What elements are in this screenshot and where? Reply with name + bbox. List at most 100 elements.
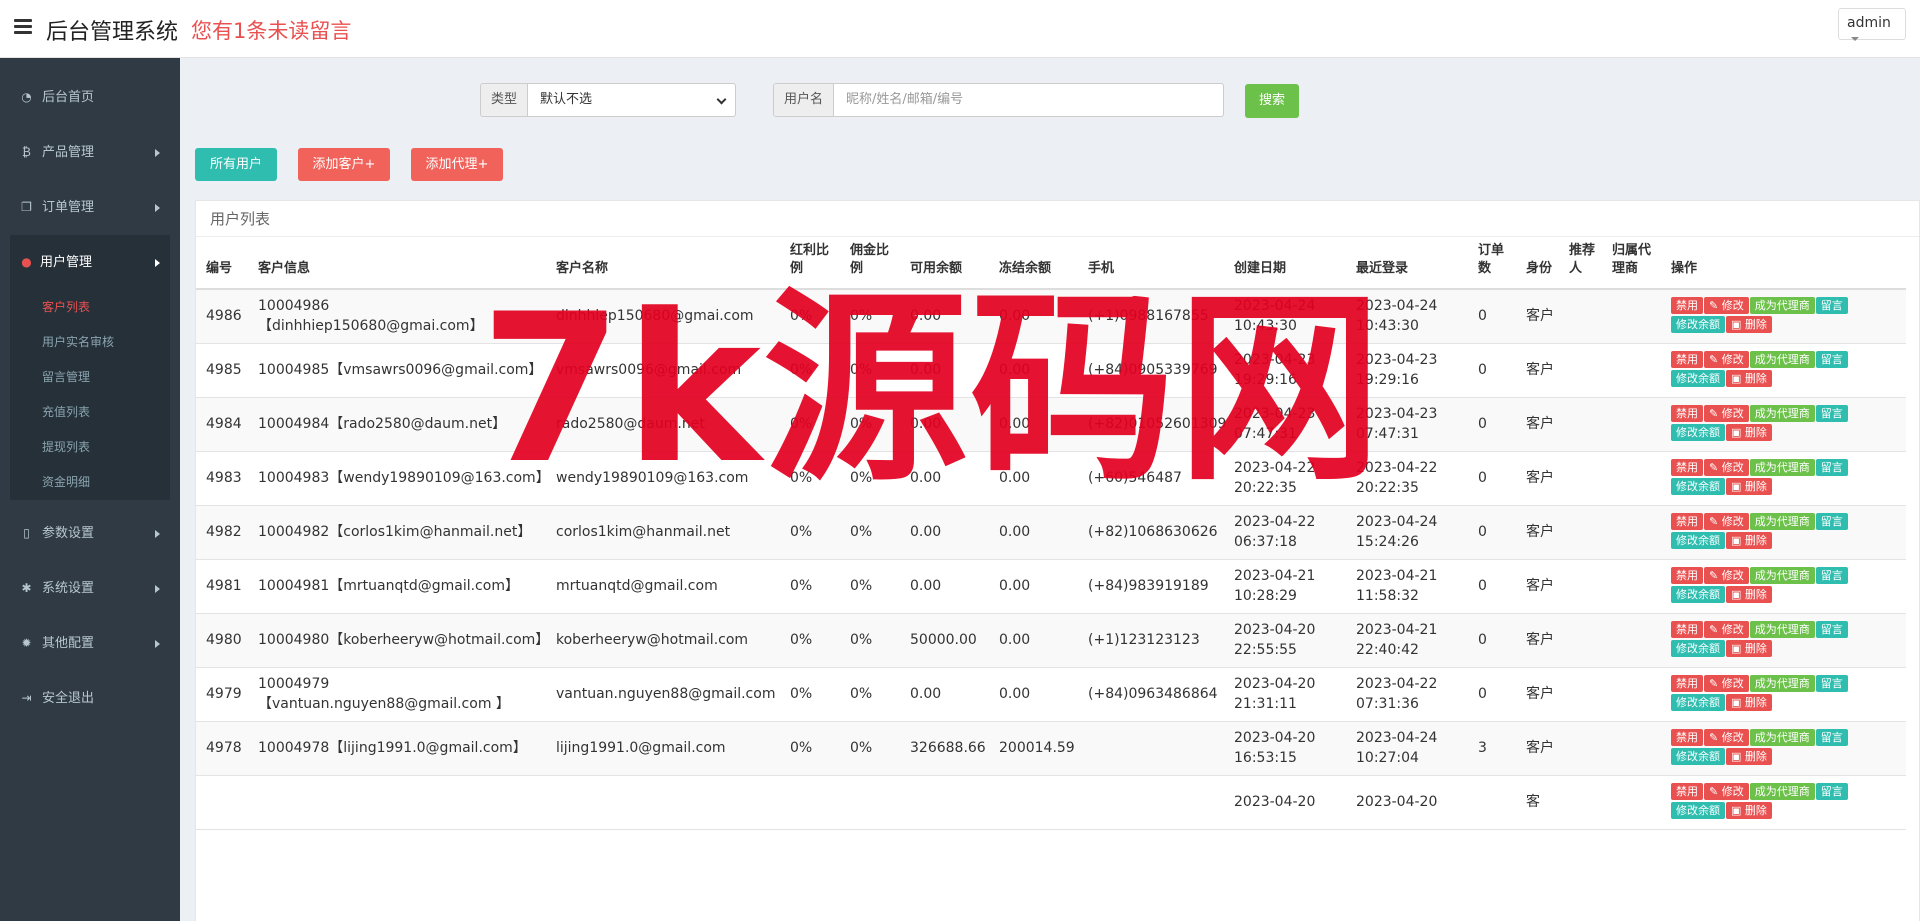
- edit-button[interactable]: ✎ 修改: [1704, 513, 1749, 530]
- disable-button[interactable]: 禁用: [1671, 621, 1703, 638]
- cell-agent: [1602, 559, 1661, 614]
- message-button[interactable]: 留言: [1815, 297, 1848, 315]
- cell-info: 10004981【mrtuanqtd@gmail.com】: [248, 559, 546, 614]
- message-button[interactable]: 留言: [1815, 621, 1848, 638]
- edit-button[interactable]: ✎ 修改: [1704, 729, 1749, 746]
- disable-button[interactable]: 禁用: [1671, 405, 1703, 422]
- edit-button[interactable]: ✎ 修改: [1704, 405, 1749, 422]
- cell-available: [900, 775, 989, 830]
- edit-balance-button[interactable]: 修改余额: [1671, 316, 1725, 334]
- delete-button[interactable]: ▣ 删除: [1726, 478, 1772, 495]
- all-users-button[interactable]: 所有用户: [195, 148, 277, 181]
- delete-button[interactable]: ▣ 删除: [1726, 694, 1772, 711]
- unread-message-notice[interactable]: 您有1条未读留言: [191, 15, 351, 45]
- make-agent-button[interactable]: 成为代理商: [1749, 459, 1815, 476]
- delete-button[interactable]: ▣ 删除: [1726, 748, 1772, 765]
- edit-button[interactable]: ✎ 修改: [1704, 297, 1749, 315]
- edit-balance-button[interactable]: 修改余额: [1671, 748, 1725, 765]
- message-button[interactable]: 留言: [1815, 405, 1848, 422]
- make-agent-button[interactable]: 成为代理商: [1749, 405, 1815, 422]
- edit-balance-button[interactable]: 修改余额: [1671, 532, 1725, 549]
- delete-button[interactable]: ▣ 删除: [1726, 532, 1772, 549]
- delete-button[interactable]: ▣ 删除: [1726, 640, 1772, 657]
- cell-role: 客: [1516, 775, 1559, 830]
- hamburger-menu-icon[interactable]: [14, 19, 32, 35]
- sidebar-item-products[interactable]: ₿ 产品管理: [0, 125, 180, 180]
- message-button[interactable]: 留言: [1815, 783, 1848, 800]
- sidebar-subitem-recharge[interactable]: 充值列表: [10, 395, 170, 430]
- make-agent-button[interactable]: 成为代理商: [1749, 675, 1815, 692]
- edit-balance-button[interactable]: 修改余额: [1671, 694, 1725, 711]
- disable-button[interactable]: 禁用: [1671, 351, 1703, 368]
- disable-button[interactable]: 禁用: [1671, 675, 1703, 692]
- sidebar-item-label: 安全退出: [42, 691, 95, 706]
- make-agent-button[interactable]: 成为代理商: [1749, 567, 1815, 584]
- cell-role: 客户: [1516, 397, 1559, 452]
- message-button[interactable]: 留言: [1815, 351, 1848, 368]
- message-button[interactable]: 留言: [1815, 675, 1848, 692]
- sidebar-subitem-realname-review[interactable]: 用户实名审核: [10, 325, 170, 360]
- disable-button[interactable]: 禁用: [1671, 783, 1703, 800]
- disable-button[interactable]: 禁用: [1671, 567, 1703, 584]
- edit-balance-button[interactable]: 修改余额: [1671, 478, 1725, 495]
- cell-available: 0.00: [900, 505, 989, 560]
- message-button[interactable]: 留言: [1815, 513, 1848, 530]
- make-agent-button[interactable]: 成为代理商: [1749, 729, 1815, 746]
- edit-button[interactable]: ✎ 修改: [1704, 459, 1749, 476]
- message-button[interactable]: 留言: [1815, 459, 1848, 476]
- cell-referrer: [1559, 289, 1602, 344]
- delete-button[interactable]: ▣ 删除: [1726, 424, 1772, 441]
- cell-frozen: [989, 775, 1078, 830]
- edit-balance-button[interactable]: 修改余额: [1671, 586, 1725, 603]
- sidebar-item-other[interactable]: ✹ 其他配置: [0, 616, 180, 671]
- op-label: 禁用: [1676, 515, 1698, 528]
- admin-user-dropdown[interactable]: admin: [1838, 8, 1906, 41]
- cell-agent: [1602, 343, 1661, 398]
- cell-info: [248, 775, 546, 830]
- delete-button[interactable]: ▣ 删除: [1726, 802, 1772, 819]
- edit-balance-button[interactable]: 修改余额: [1671, 370, 1725, 387]
- disable-button[interactable]: 禁用: [1671, 729, 1703, 746]
- sidebar-subitem-messages[interactable]: 留言管理: [10, 360, 170, 395]
- make-agent-button[interactable]: 成为代理商: [1749, 297, 1815, 315]
- sidebar-item-orders[interactable]: ❐ 订单管理: [0, 180, 180, 235]
- sidebar-subitem-customer-list[interactable]: 客户列表: [10, 290, 170, 325]
- disable-button[interactable]: 禁用: [1671, 459, 1703, 476]
- cell-referrer: [1559, 613, 1602, 668]
- edit-balance-button[interactable]: 修改余额: [1671, 424, 1725, 441]
- sidebar-item-users[interactable]: ● 用户管理: [10, 235, 170, 290]
- sidebar-subitem-withdraw[interactable]: 提现列表: [10, 430, 170, 465]
- edit-balance-button[interactable]: 修改余额: [1671, 802, 1725, 819]
- edit-button[interactable]: ✎ 修改: [1704, 783, 1749, 800]
- edit-button[interactable]: ✎ 修改: [1704, 675, 1749, 692]
- delete-button[interactable]: ▣ 删除: [1726, 316, 1772, 334]
- column-header: 身份: [1516, 237, 1559, 290]
- sidebar-item-system[interactable]: ✱ 系统设置: [0, 561, 180, 616]
- delete-button[interactable]: ▣ 删除: [1726, 370, 1772, 387]
- type-select[interactable]: 默认不选: [528, 83, 737, 117]
- delete-button[interactable]: ▣ 删除: [1726, 586, 1772, 603]
- disable-button[interactable]: 禁用: [1671, 297, 1703, 315]
- message-button[interactable]: 留言: [1815, 567, 1848, 584]
- sidebar-item-logout[interactable]: ⇥ 安全退出: [0, 671, 180, 726]
- disable-button[interactable]: 禁用: [1671, 513, 1703, 530]
- username-search-input[interactable]: 昵称/姓名/邮箱/编号: [834, 83, 1225, 117]
- edit-button[interactable]: ✎ 修改: [1704, 351, 1749, 368]
- cell-referrer: [1559, 559, 1602, 614]
- edit-button[interactable]: ✎ 修改: [1704, 567, 1749, 584]
- sidebar-item-home[interactable]: ◔ 后台首页: [0, 70, 180, 125]
- make-agent-button[interactable]: 成为代理商: [1749, 351, 1815, 368]
- sidebar-item-params[interactable]: ▯ 参数设置: [0, 506, 180, 561]
- add-customer-button[interactable]: 添加客户+: [298, 148, 390, 181]
- message-button[interactable]: 留言: [1815, 729, 1848, 746]
- add-agent-button[interactable]: 添加代理+: [411, 148, 503, 181]
- edit-button[interactable]: ✎ 修改: [1704, 621, 1749, 638]
- make-agent-button[interactable]: 成为代理商: [1749, 513, 1815, 530]
- make-agent-button[interactable]: 成为代理商: [1749, 621, 1815, 638]
- edit-balance-button[interactable]: 修改余额: [1671, 640, 1725, 657]
- op-label: 删除: [1744, 318, 1767, 332]
- sidebar-subitem-funds[interactable]: 资金明细: [10, 465, 170, 500]
- search-button[interactable]: 搜索: [1245, 84, 1299, 118]
- cell-available: 0.00: [900, 667, 989, 722]
- make-agent-button[interactable]: 成为代理商: [1749, 783, 1815, 800]
